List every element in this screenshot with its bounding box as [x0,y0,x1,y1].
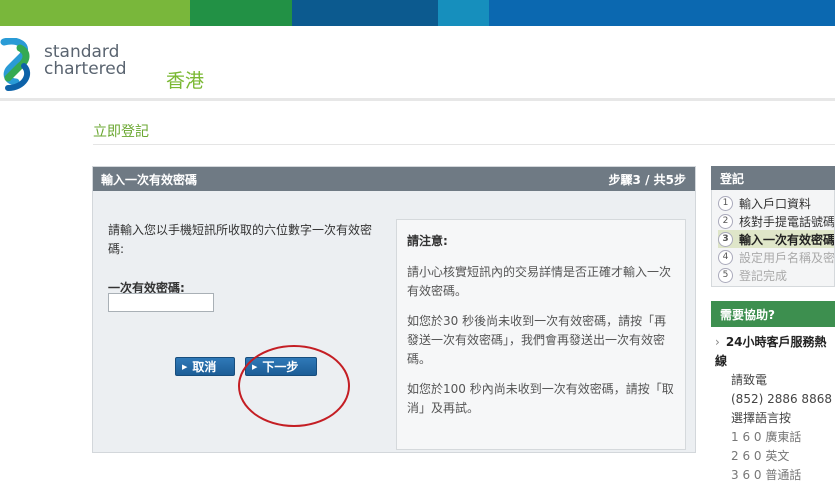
notice-box: 請注意: 請小心核實短訊內的交易詳情是否正確才輸入一次有效密碼。 如您於30 秒… [396,219,686,450]
panel-title: 輸入一次有效密碼 [101,172,198,187]
brand-name[interactable]: standard chartered [44,44,127,78]
notice-paragraph: 如您於100 秒內尚未收到一次有效密碼，請按「取消」及再試。 [407,382,674,415]
highlight-circle-annotation [238,345,350,427]
language-option: 1 6 0 廣東話 [731,430,802,444]
otp-panel: 輸入一次有效密碼 步驟3 / 共5步 請輸入您以手機短訊所收取的六位數字一次有效… [92,166,696,453]
notice-paragraph: 如您於30 秒後尚未收到一次有效密碼，請按「再發送一次有效密碼」，我們會再發送出… [407,314,667,366]
hotline-text: 24小時客戶服務熱線 [715,335,827,368]
otp-instruction: 請輸入您以手機短訊所收取的六位數字一次有效密碼: [108,223,373,256]
sidebar-title: 登記 [711,166,835,190]
top-bar-segment [489,0,835,26]
step-number: 2 [718,213,733,229]
step-item: 2 核對手提電話號碼 [718,212,834,230]
title-divider [93,144,835,145]
standard-chartered-logo-icon[interactable] [0,38,34,92]
step-number: 4 [718,249,733,265]
language-option: 2 6 0 英文 [731,449,790,463]
cancel-button[interactable]: ▶ 取消 [175,357,235,376]
page-title: 立即登記 [93,124,149,140]
top-bar-segment [190,0,292,26]
step-label: 登記完成 [739,268,788,283]
help-title: 需要協助? [711,301,835,327]
top-bar-segment [438,0,489,26]
step-number: 1 [718,195,733,211]
brand-line-2: chartered [44,59,127,79]
chevron-right-icon: › [715,335,720,349]
step-item: 1 輸入戶口資料 [718,194,834,212]
step-list: 1 輸入戶口資料 2 核對手提電話號碼 3 輸入一次有效密碼 4 設定用戶名稱及… [711,190,835,287]
cancel-button-label: 取消 [192,360,217,374]
step-item-current: 3 輸入一次有效密碼 [718,230,834,248]
top-color-bar [0,0,835,26]
step-number: 3 [718,231,733,247]
header-divider [0,98,835,101]
otp-input[interactable] [108,293,214,312]
top-bar-segment [292,0,438,26]
step-number: 5 [718,267,733,283]
step-label: 輸入戶口資料 [739,196,812,211]
step-label: 輸入一次有效密碼 [739,232,834,247]
region-label: 香港 [166,70,205,92]
call-label: 請致電 [731,373,768,387]
help-section: › 24小時客戶服務熱線 請致電 (852) 2886 8868 選擇語言按 1 … [711,327,835,485]
step-label: 核對手提電話號碼 [739,214,834,229]
top-bar-segment [0,0,190,26]
notice-title: 請注意: [407,234,448,248]
language-label: 選擇語言按 [731,411,792,425]
step-label: 設定用戶名稱及密碼 [739,250,834,265]
step-item: 5 登記完成 [718,266,834,284]
hotline-label: › 24小時客戶服務熱線 [715,333,835,371]
phone-number[interactable]: (852) 2886 8868 [715,390,835,409]
notice-paragraph: 請小心核實短訊內的交易詳情是否正確才輸入一次有效密碼。 [407,265,672,298]
panel-header: 輸入一次有效密碼 步驟3 / 共5步 [93,167,695,191]
registration-sidebar: 登記 1 輸入戶口資料 2 核對手提電話號碼 3 輸入一次有效密碼 4 設定用戶… [711,166,835,485]
arrow-right-icon: ▶ [182,362,188,371]
step-indicator: 步驟3 / 共5步 [608,172,686,187]
step-item: 4 設定用戶名稱及密碼 [718,248,834,266]
